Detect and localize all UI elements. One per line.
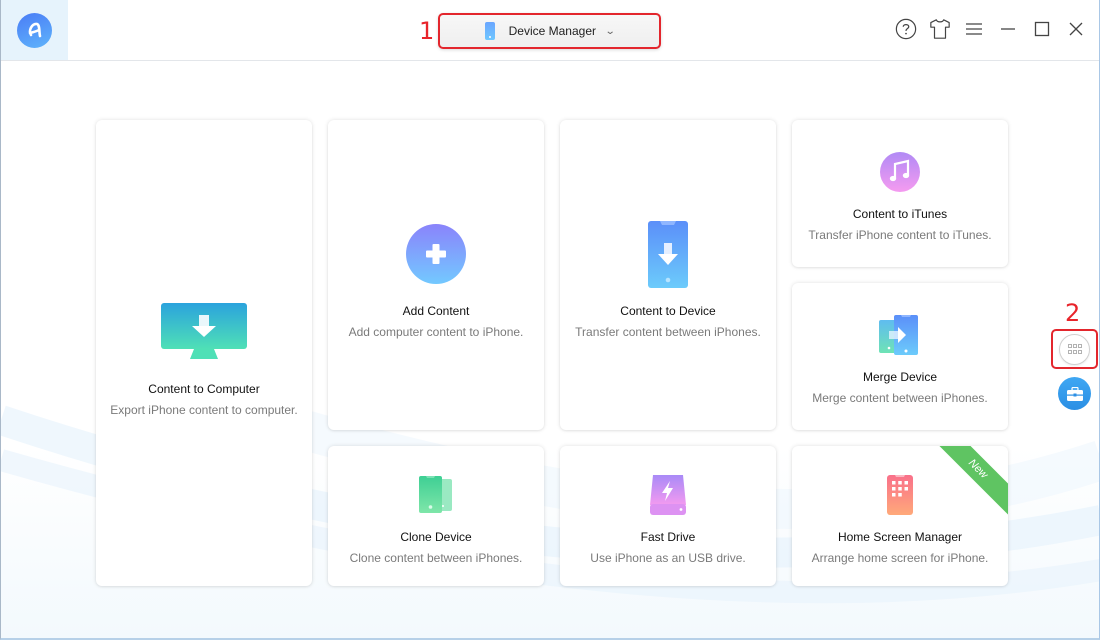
computer-download-icon bbox=[160, 303, 248, 364]
minimize-button[interactable] bbox=[997, 16, 1019, 42]
chevron-down-icon: ⌄ bbox=[604, 25, 616, 37]
grid-icon bbox=[1067, 344, 1082, 354]
card-merge-device[interactable]: Merge Device Merge content between iPhon… bbox=[792, 283, 1008, 430]
maximize-icon bbox=[1034, 21, 1050, 37]
card-title: Add Content bbox=[402, 304, 470, 318]
card-fast-drive[interactable]: Fast Drive Use iPhone as an USB drive. bbox=[560, 446, 776, 586]
more-tools-circle bbox=[1059, 333, 1090, 365]
card-description: Merge content between iPhones. bbox=[812, 391, 988, 405]
card-description: Arrange home screen for iPhone. bbox=[811, 551, 989, 565]
close-icon bbox=[1069, 22, 1083, 36]
usb-drive-icon bbox=[649, 475, 687, 520]
card-content-to-computer[interactable]: Content to Computer Export iPhone conten… bbox=[96, 120, 312, 586]
card-content-to-itunes[interactable]: Content to iTunes Transfer iPhone conten… bbox=[792, 120, 1008, 267]
window-actions bbox=[895, 16, 1087, 42]
card-description: Transfer content between iPhones. bbox=[575, 325, 761, 339]
tshirt-icon bbox=[930, 19, 950, 39]
menu-button[interactable] bbox=[963, 16, 985, 42]
card-description: Transfer iPhone content to iTunes. bbox=[808, 228, 992, 242]
card-home-screen-manager[interactable]: New Home Screen Manager Arrange home scr… bbox=[792, 446, 1008, 586]
help-button[interactable] bbox=[895, 16, 917, 42]
logo-area bbox=[1, 0, 68, 60]
card-description: Use iPhone as an USB drive. bbox=[590, 551, 746, 565]
new-badge: New bbox=[927, 446, 1008, 520]
music-note-icon bbox=[880, 152, 920, 197]
card-add-content[interactable]: Add Content Add computer content to iPho… bbox=[328, 120, 544, 430]
card-title: Clone Device bbox=[400, 530, 472, 544]
card-title: Merge Device bbox=[862, 370, 938, 384]
skin-button[interactable] bbox=[929, 16, 951, 42]
card-description: Clone content between iPhones. bbox=[349, 551, 523, 565]
card-title: Home Screen Manager bbox=[837, 530, 963, 544]
clone-phones-icon bbox=[419, 476, 453, 519]
app-logo[interactable] bbox=[17, 12, 52, 48]
card-description: Export iPhone content to computer. bbox=[110, 403, 298, 417]
dropdown-label: Device Manager bbox=[508, 24, 596, 38]
card-title: Content to Device bbox=[620, 304, 716, 318]
close-button[interactable] bbox=[1065, 16, 1087, 42]
annotation-step-2: 2 bbox=[1065, 299, 1081, 327]
question-icon bbox=[895, 18, 917, 40]
home-screen-phone-icon bbox=[887, 475, 913, 520]
annotation-step-1: 1 bbox=[419, 17, 435, 45]
phone-download-icon bbox=[648, 221, 688, 293]
toolbox-button[interactable] bbox=[1058, 377, 1091, 410]
card-title: Content to Computer bbox=[148, 382, 260, 396]
phone-icon bbox=[484, 22, 495, 40]
card-clone-device[interactable]: Clone Device Clone content between iPhon… bbox=[328, 446, 544, 586]
merge-phones-icon bbox=[879, 315, 921, 362]
card-title: Content to iTunes bbox=[852, 207, 948, 221]
device-manager-dropdown[interactable]: Device Manager ⌄ bbox=[438, 13, 661, 49]
more-tools-button[interactable] bbox=[1051, 329, 1098, 369]
hamburger-icon bbox=[966, 23, 982, 35]
plus-circle-icon bbox=[406, 224, 466, 289]
toolbox-icon bbox=[1066, 386, 1083, 401]
card-title: Fast Drive bbox=[640, 530, 696, 544]
app-window: 1 Device Manager ⌄ Content to Computer E… bbox=[0, 0, 1100, 640]
minimize-icon bbox=[1001, 28, 1015, 30]
card-description: Add computer content to iPhone. bbox=[348, 325, 524, 339]
anytrans-logo-icon bbox=[28, 22, 41, 38]
maximize-button[interactable] bbox=[1031, 16, 1053, 42]
title-bar: 1 Device Manager ⌄ bbox=[1, 0, 1099, 61]
card-content-to-device[interactable]: Content to Device Transfer content betwe… bbox=[560, 120, 776, 430]
